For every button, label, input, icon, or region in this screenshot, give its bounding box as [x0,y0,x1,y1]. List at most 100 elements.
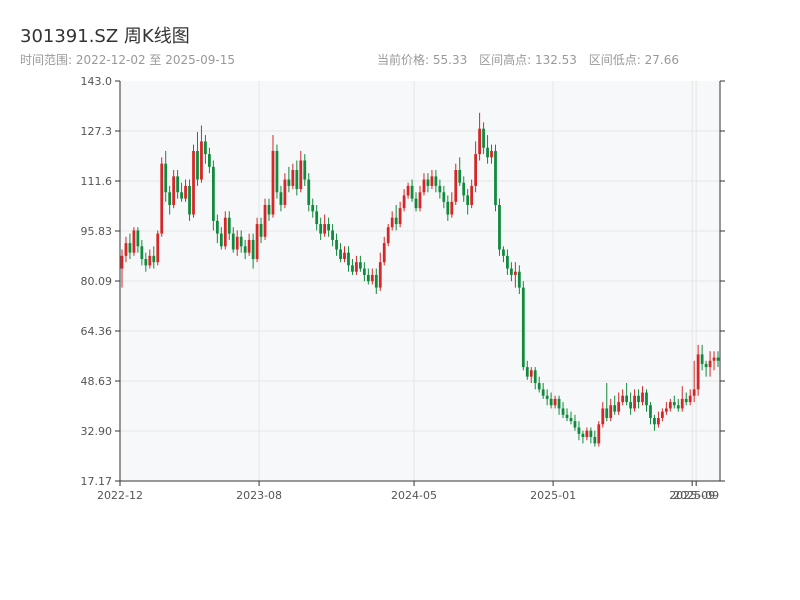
candle-body [176,176,180,193]
candle-body [299,160,303,190]
candle-body [208,154,211,167]
x-tick-label: 2024-05 [391,489,437,502]
candle-body [247,239,251,253]
y-tick-label: 48.63 [81,375,113,388]
y-tick-label: 32.90 [81,425,113,438]
candle-body [259,224,263,237]
candle-body [160,163,164,234]
candle-body [660,411,664,418]
candle-body [156,233,160,263]
candle-body [438,185,442,193]
candle-body [362,268,366,275]
candle-body [378,262,382,288]
y-tick-label: 111.6 [81,175,113,188]
candle-body [672,402,676,406]
candle-body [394,217,398,225]
candle-body [315,211,319,225]
candle-body [716,357,720,361]
candle-body [573,421,577,428]
candle-body [609,405,613,418]
x-tick-label: 2023-08 [236,489,282,502]
candle-body [581,433,585,438]
candle-body [688,395,692,403]
candle-body [517,271,521,288]
candle-body [227,217,231,234]
candle-body [196,150,199,180]
candle-body [231,233,235,250]
candle-body [211,166,215,221]
candle-body [327,224,330,231]
candle-body [243,246,247,253]
candle-body [502,249,505,256]
candle-body [140,246,144,260]
candle-body [621,395,625,403]
candle-body [486,147,489,158]
candle-body [132,230,136,253]
y-tick-label: 95.83 [81,225,113,238]
candle-body [164,163,168,193]
candle-body [482,128,485,148]
candle-body [144,259,148,266]
candle-body [613,405,617,412]
candle-body [386,227,390,244]
candle-body [470,185,474,205]
candle-body [657,417,660,425]
candle-body [307,179,311,205]
candle-body [541,389,545,396]
candle-body [430,176,434,186]
x-tick-label: 2025-09 [673,489,719,502]
candle-body [374,274,378,288]
candle-body [712,357,716,361]
candle-body [494,150,497,205]
candle-body [339,249,342,260]
candle-body [506,255,509,269]
candle-body [537,382,541,390]
candle-body [442,192,446,202]
candle-body [267,204,271,215]
candle-body [684,398,688,403]
candle-body [279,192,283,205]
candle-body [184,185,187,199]
candle-body [510,268,513,275]
candle-body [525,367,529,377]
candle-body [680,398,684,409]
candle-body [148,255,152,266]
candle-body [382,243,386,263]
candle-body [454,170,458,202]
candle-body [557,398,561,409]
candle-body [390,217,394,228]
candle-body [521,287,525,368]
candle-body [498,204,501,250]
candle-body [549,398,553,406]
candle-body [450,201,454,215]
candle-body [406,185,410,196]
y-tick-label: 143.0 [81,75,113,88]
candle-body [359,262,362,269]
candle-body [351,265,354,272]
candle-body [641,392,644,403]
candle-body [593,437,597,444]
candle-body [577,427,581,434]
candle-body [418,192,422,209]
candle-body [426,179,430,186]
candle-body [355,262,358,272]
x-tick-label: 2022-12 [97,489,143,502]
candle-body [597,424,601,444]
candle-body [490,150,493,158]
candle-body [696,354,700,390]
candle-body [422,179,426,193]
candle-body [319,224,323,234]
candle-body [446,201,450,215]
candle-body [271,150,275,215]
candle-body [204,141,207,155]
candle-body [645,392,648,406]
candle-body [668,402,672,409]
candle-body [331,230,334,240]
candle-body [553,398,557,406]
candle-body [700,354,704,364]
candle-body [664,408,668,412]
candle-body [474,154,478,186]
candle-body [180,192,183,199]
candle-body [633,395,636,409]
candle-body [704,363,708,368]
